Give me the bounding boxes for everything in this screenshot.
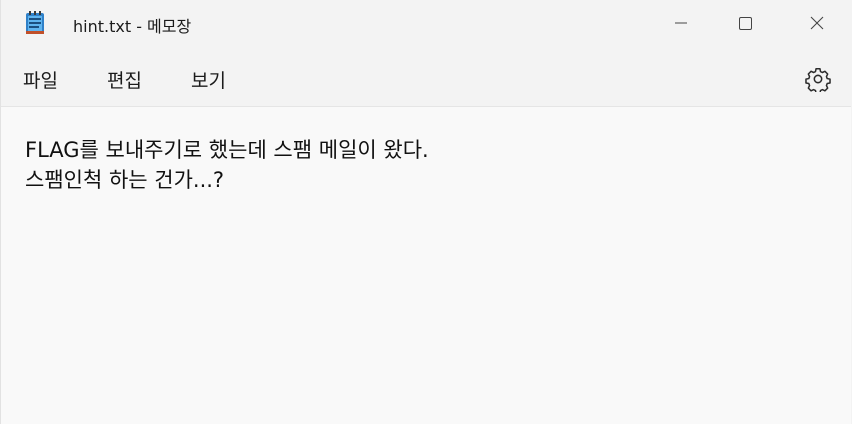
- menu-view[interactable]: 보기: [191, 66, 226, 93]
- editor-line: 스팸인척 하는 건가...?: [25, 168, 225, 192]
- settings-button[interactable]: [805, 66, 831, 95]
- title-bar[interactable]: hint.txt - 메모장: [1, 0, 851, 46]
- text-editor[interactable]: FLAG를 보내주기로 했는데 스팸 메일이 왔다. 스팸인척 하는 건가...?: [1, 107, 851, 424]
- maximize-button[interactable]: [711, 0, 779, 46]
- minimize-button[interactable]: [647, 0, 715, 46]
- notepad-window: hint.txt - 메모장 파일 편집 보기 FLAG를 보내주기로 했는데 …: [0, 0, 851, 424]
- editor-line: FLAG를 보내주기로 했는데 스팸 메일이 왔다.: [25, 138, 429, 162]
- close-button[interactable]: [783, 0, 851, 46]
- notepad-icon: [24, 10, 46, 36]
- window-title: hint.txt - 메모장: [73, 17, 192, 36]
- minimize-icon: [675, 22, 687, 24]
- menu-file[interactable]: 파일: [23, 66, 58, 93]
- close-icon: [810, 16, 824, 30]
- maximize-icon: [739, 17, 752, 30]
- gear-icon: [805, 67, 831, 95]
- menu-edit[interactable]: 편집: [107, 66, 142, 93]
- editor-content[interactable]: FLAG를 보내주기로 했는데 스팸 메일이 왔다. 스팸인척 하는 건가...?: [25, 135, 825, 195]
- menu-bar: 파일 편집 보기: [1, 46, 851, 106]
